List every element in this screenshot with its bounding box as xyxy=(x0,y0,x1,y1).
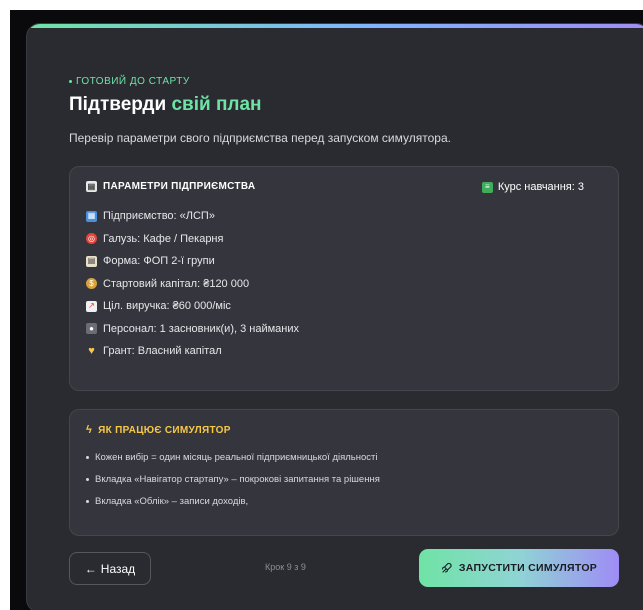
param-text: Ціл. виручка: ₴60 000/міс xyxy=(103,300,231,313)
params-panel: ▤ ПАРАМЕТРИ ПІДПРИЄМСТВА ≡ Курс навчання… xyxy=(69,166,619,391)
list-item: Кожен вибір = один місяць реальної підпр… xyxy=(86,446,380,468)
screen-backdrop: ГОТОВИЙ ДО СТАРТУ Підтверди свій план Пе… xyxy=(10,10,643,610)
confirm-plan-card: ГОТОВИЙ ДО СТАРТУ Підтверди свій план Пе… xyxy=(26,23,643,610)
param-grant: ♥ Грант: Власний капітал xyxy=(86,340,299,363)
start-button-label: ЗАПУСТИТИ СИМУЛЯТОР xyxy=(458,562,598,574)
chart-icon: ↗ xyxy=(86,300,97,312)
list-item: Вкладка «Облік» – записи доходів, xyxy=(86,490,380,512)
param-text: Персонал: 1 засновник(и), 3 найманих xyxy=(103,322,300,335)
lightning-icon: ϟ xyxy=(86,424,93,436)
back-button-label: Назад xyxy=(100,561,136,576)
course-text: Курс навчання: 3 xyxy=(497,181,584,193)
how-it-works-panel: ϟ ЯК ПРАЦЮЄ СИМУЛЯТОР Кожен вибір = один… xyxy=(69,409,619,536)
arrow-left-icon: ← xyxy=(84,561,97,576)
target-icon: ◎ xyxy=(86,233,97,245)
how-heading: ϟ ЯК ПРАЦЮЄ СИМУЛЯТОР xyxy=(86,424,231,436)
page-subtitle: Перевір параметри свого підприємства пер… xyxy=(69,131,451,145)
how-heading-text: ЯК ПРАЦЮЄ СИМУЛЯТОР xyxy=(98,424,231,436)
course-info: ≡ Курс навчання: 3 xyxy=(481,181,584,193)
bullet-icon xyxy=(86,477,89,481)
param-staff: ● Персонал: 1 засновник(и), 3 найманих xyxy=(86,318,299,341)
books-icon: ≡ xyxy=(481,181,493,193)
param-text: Стартовий капітал: ₴120 000 xyxy=(103,277,250,290)
start-simulator-button[interactable]: ЗАПУСТИТИ СИМУЛЯТОР xyxy=(419,549,619,587)
param-text: Грант: Власний капітал xyxy=(103,345,222,358)
rocket-icon xyxy=(441,562,452,573)
bullet-text: Вкладка «Облік» – записи доходів, xyxy=(95,495,249,507)
people-icon: ● xyxy=(86,323,97,335)
param-industry: ◎ Галузь: Кафе / Пекарня xyxy=(86,228,299,251)
building-icon: ▦ xyxy=(86,210,97,222)
gradient-top-bar xyxy=(27,24,643,28)
params-heading: ▤ ПАРАМЕТРИ ПІДПРИЄМСТВА xyxy=(86,181,255,192)
params-list: ▦ Підприємство: «ЛСП» ◎ Галузь: Кафе / П… xyxy=(86,205,299,363)
clipboard-icon: ▤ xyxy=(86,255,97,267)
dot-icon xyxy=(69,80,72,83)
param-text: Форма: ФОП 2-ї групи xyxy=(103,255,215,268)
heart-icon: ♥ xyxy=(88,344,95,357)
bullet-icon xyxy=(86,455,89,459)
bullet-text: Вкладка «Навігатор стартапу» – покрокові… xyxy=(95,473,380,485)
param-capital: $ Стартовий капітал: ₴120 000 xyxy=(86,273,299,296)
title-main: Підтверди xyxy=(69,94,172,115)
param-form: ▤ Форма: ФОП 2-ї групи xyxy=(86,250,299,273)
money-bag-icon: $ xyxy=(86,278,97,290)
page-title: Підтверди свій план xyxy=(69,94,262,116)
step-counter: Крок 9 з 9 xyxy=(265,562,306,572)
param-revenue: ↗ Ціл. виручка: ₴60 000/міс xyxy=(86,295,299,318)
param-text: Підприємство: «ЛСП» xyxy=(103,210,215,223)
param-text: Галузь: Кафе / Пекарня xyxy=(103,232,224,245)
clipboard-icon: ▤ xyxy=(86,181,97,192)
param-enterprise: ▦ Підприємство: «ЛСП» xyxy=(86,205,299,228)
bullet-icon xyxy=(86,499,89,503)
back-button[interactable]: ← Назад xyxy=(69,552,151,585)
how-bullets: Кожен вибір = один місяць реальної підпр… xyxy=(86,446,380,512)
bullet-text: Кожен вибір = один місяць реальної підпр… xyxy=(95,451,378,463)
params-heading-text: ПАРАМЕТРИ ПІДПРИЄМСТВА xyxy=(103,181,256,192)
step-label-text: ГОТОВИЙ ДО СТАРТУ xyxy=(76,76,190,87)
title-accent: свій план xyxy=(171,94,262,115)
step-label: ГОТОВИЙ ДО СТАРТУ xyxy=(69,76,190,87)
list-item: Вкладка «Навігатор стартапу» – покрокові… xyxy=(86,468,380,490)
